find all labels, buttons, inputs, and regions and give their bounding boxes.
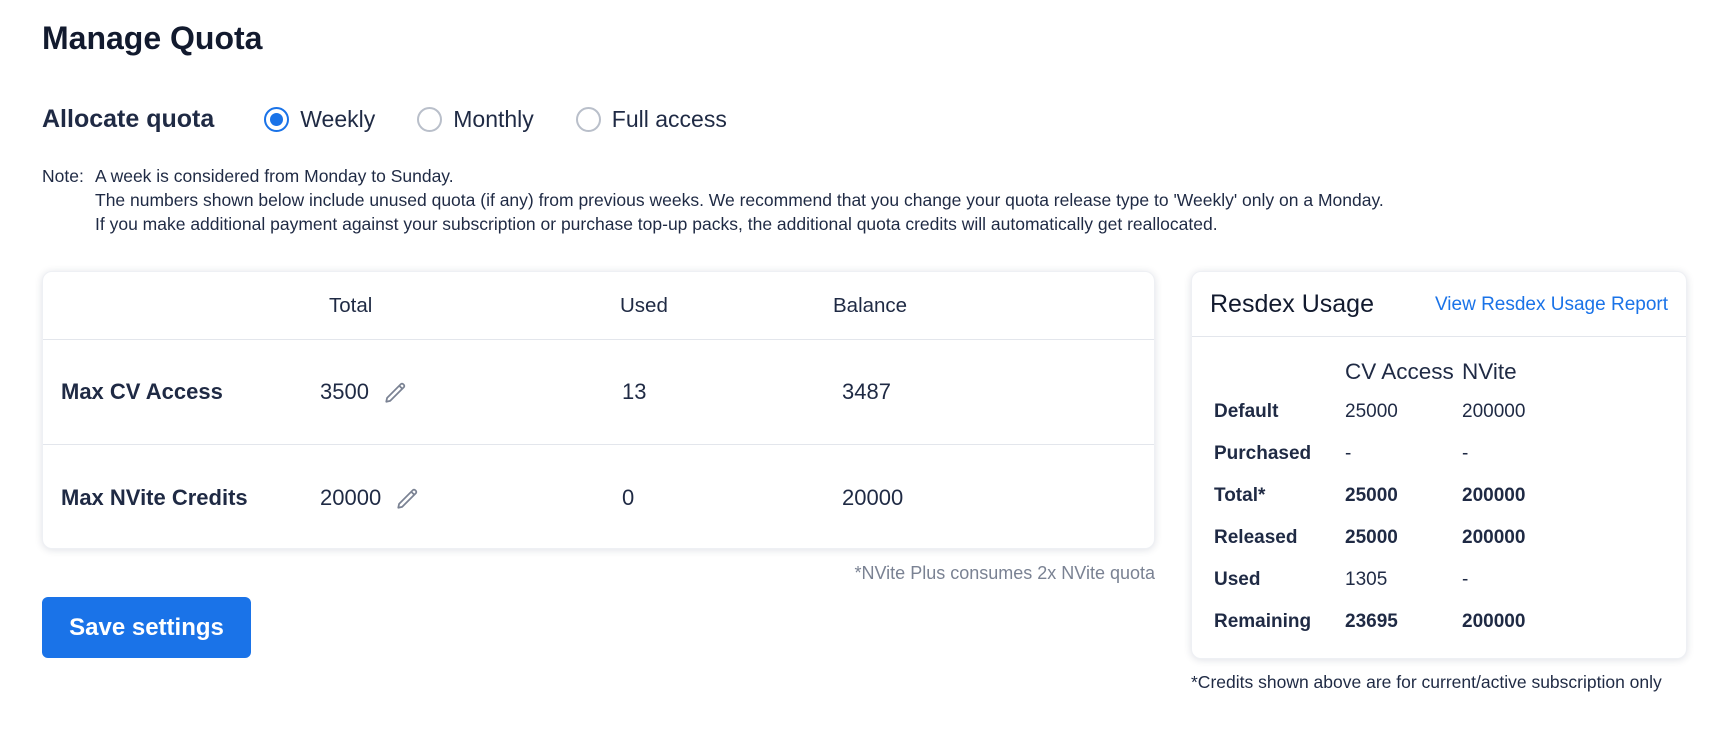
note-line: A week is considered from Monday to Sund…: [95, 166, 454, 186]
column-header-nvite: NVite: [1462, 359, 1517, 384]
radio-monthly-indicator[interactable]: [417, 106, 443, 132]
radio-weekly-label[interactable]: Weekly: [300, 106, 375, 133]
usage-row: Total* 25000 200000: [1192, 481, 1686, 511]
usage-row: Purchased - -: [1192, 439, 1686, 469]
resdex-usage-title: Resdex Usage: [1210, 290, 1374, 318]
row-total: 20000: [320, 484, 382, 510]
usage-row-label: Remaining: [1214, 611, 1312, 632]
usage-row-label: Purchased: [1214, 443, 1312, 464]
radio-full-access[interactable]: Full access: [575, 106, 727, 133]
radio-monthly-label[interactable]: Monthly: [453, 106, 534, 133]
usage-row: Used 1305 -: [1192, 565, 1686, 595]
resdex-usage-header: Resdex Usage View Resdex Usage Report: [1192, 272, 1686, 337]
view-resdex-usage-report-link[interactable]: View Resdex Usage Report: [1435, 294, 1668, 316]
table-row: Max NVite Credits 20000 0 20000: [43, 445, 1154, 550]
table-row: Max CV Access 3500 13 3487: [43, 340, 1154, 445]
usage-nvite-value: 200000: [1462, 401, 1526, 422]
nvite-plus-footnote: *NVite Plus consumes 2x NVite quota: [854, 563, 1156, 583]
row-balance: 20000: [842, 484, 904, 510]
allocate-quota-label: Allocate quota: [42, 104, 215, 133]
note-line: If you make additional payment against y…: [95, 214, 1218, 234]
usage-cv-value: 1305: [1345, 569, 1388, 590]
allocate-quota-group: Allocate quota Weekly Monthly Full acces…: [42, 102, 769, 136]
usage-row-label: Used: [1214, 569, 1261, 590]
radio-weekly-indicator[interactable]: [264, 106, 290, 132]
usage-row-label: Total*: [1214, 485, 1266, 506]
usage-cv-value: 25000: [1345, 527, 1398, 548]
radio-monthly[interactable]: Monthly: [417, 106, 534, 133]
row-used: 0: [622, 484, 635, 510]
row-balance: 3487: [842, 379, 891, 404]
usage-cv-value: 25000: [1345, 401, 1398, 422]
note-block: Note: A week is considered from Monday t…: [42, 164, 1384, 236]
usage-row: Default 25000 200000: [1192, 397, 1686, 427]
usage-nvite-value: 200000: [1462, 611, 1526, 632]
row-name: Max CV Access: [61, 379, 223, 404]
row-total: 3500: [320, 379, 369, 404]
usage-row: Released 25000 200000: [1192, 523, 1686, 553]
usage-nvite-value: -: [1462, 443, 1469, 464]
usage-nvite-value: -: [1462, 569, 1469, 590]
quota-table: Total Used Balance Max CV Access 3500 13…: [42, 271, 1155, 549]
pencil-icon[interactable]: [395, 485, 421, 511]
usage-cv-value: 25000: [1345, 485, 1398, 506]
radio-full-access-indicator[interactable]: [575, 106, 601, 132]
note-line: The numbers shown below include unused q…: [95, 190, 1384, 210]
save-settings-button[interactable]: Save settings: [42, 597, 251, 658]
usage-cv-value: 23695: [1345, 611, 1398, 632]
radio-full-access-label[interactable]: Full access: [612, 106, 727, 133]
usage-row-label: Released: [1214, 527, 1298, 548]
pencil-icon[interactable]: [383, 379, 409, 405]
usage-cv-value: -: [1345, 443, 1352, 464]
row-name: Max NVite Credits: [61, 484, 248, 510]
credits-footnote: *Credits shown above are for current/act…: [1191, 672, 1662, 692]
usage-nvite-value: 200000: [1462, 485, 1526, 506]
radio-weekly[interactable]: Weekly: [264, 106, 375, 133]
row-used: 13: [622, 379, 647, 404]
page-title: Manage Quota: [42, 20, 263, 56]
column-header-cv-access: CV Access: [1345, 359, 1454, 384]
column-header-used: Used: [620, 293, 668, 317]
usage-nvite-value: 200000: [1462, 527, 1526, 548]
resdex-usage-card: Resdex Usage View Resdex Usage Report CV…: [1191, 271, 1687, 659]
column-header-balance: Balance: [833, 293, 908, 317]
note-prefix: Note:: [42, 166, 84, 186]
usage-row: Remaining 23695 200000: [1192, 607, 1686, 637]
quota-table-header: Total Used Balance: [43, 272, 1154, 340]
column-header-total: Total: [329, 293, 373, 317]
usage-row-label: Default: [1214, 401, 1279, 422]
